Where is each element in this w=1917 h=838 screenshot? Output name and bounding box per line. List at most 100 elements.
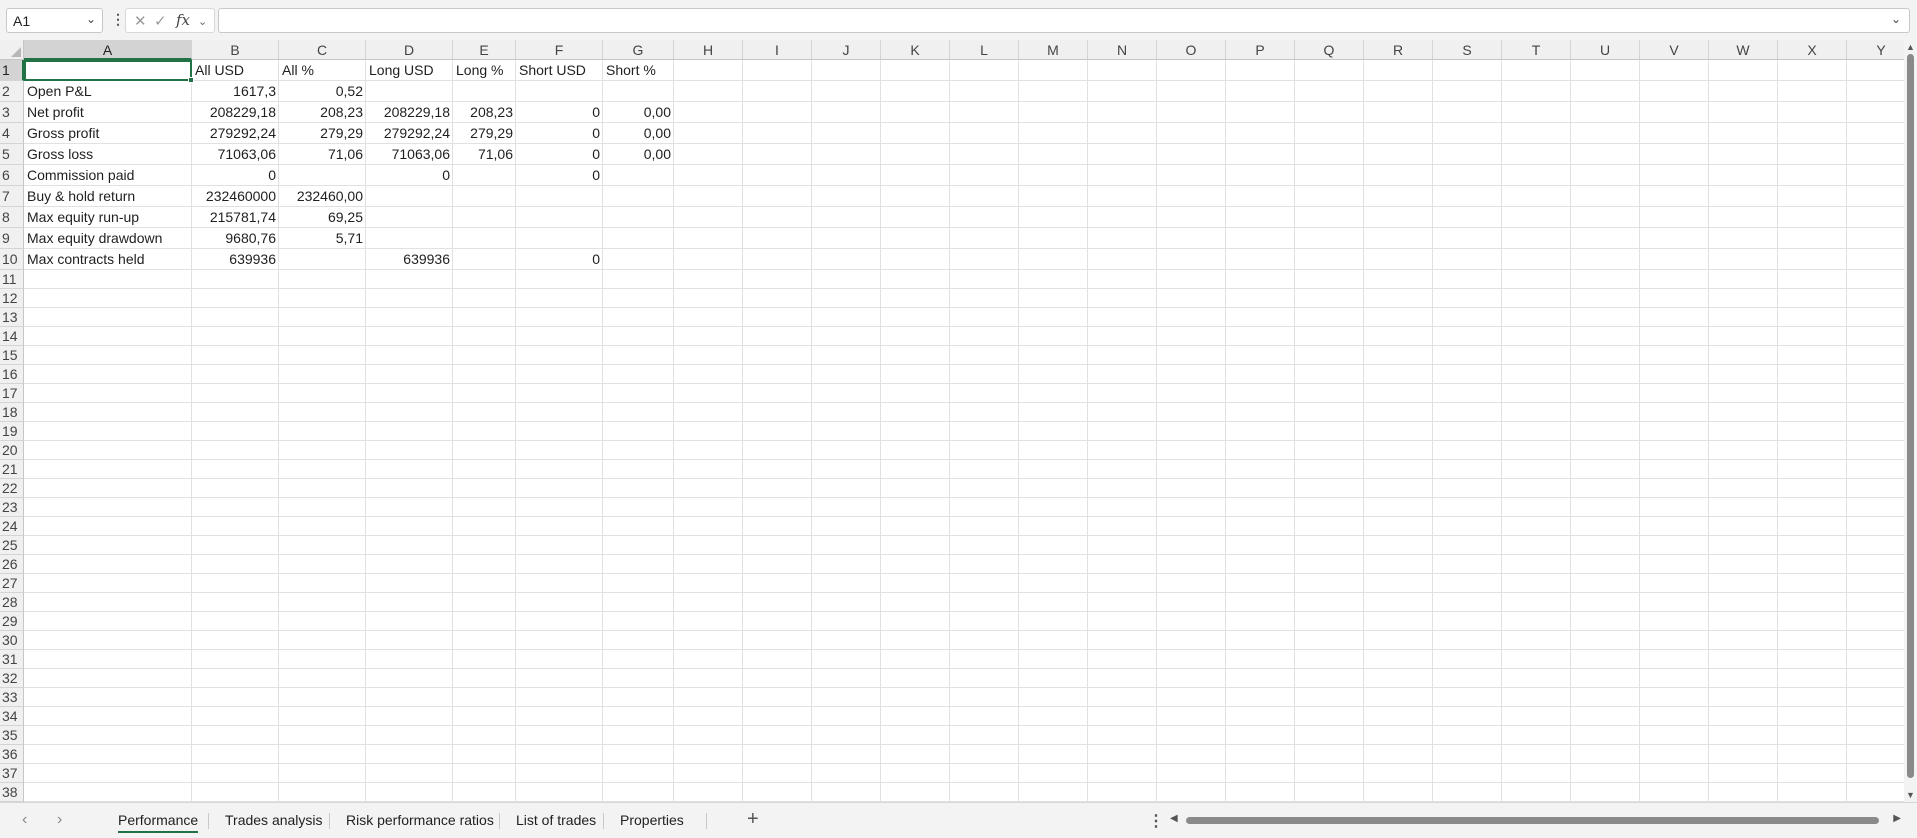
cell-c6[interactable] [279,165,366,186]
column-header-u[interactable]: U [1571,40,1640,60]
row-header-25[interactable]: 25 [0,536,24,555]
row-header-14[interactable]: 14 [0,327,24,346]
row-header-34[interactable]: 34 [0,707,24,726]
column-header-c[interactable]: C [279,40,366,60]
cell-a5[interactable]: Gross loss [24,144,192,165]
row-header-7[interactable]: 7 [0,186,24,207]
cell-d1[interactable]: Long USD [366,60,453,81]
name-box[interactable]: A1 ⌄ [6,8,103,33]
more-options-icon[interactable]: ⋮ [1148,811,1164,831]
row-header-32[interactable]: 32 [0,669,24,688]
row-header-10[interactable]: 10 [0,249,24,270]
row-header-12[interactable]: 12 [0,289,24,308]
column-header-k[interactable]: K [881,40,950,60]
row-header-13[interactable]: 13 [0,308,24,327]
row-header-30[interactable]: 30 [0,631,24,650]
cell-b6[interactable]: 0 [192,165,279,186]
cell-g5[interactable]: 0,00 [603,144,674,165]
cell-g8[interactable] [603,207,674,228]
row-header-6[interactable]: 6 [0,165,24,186]
cell-c1[interactable]: All % [279,60,366,81]
cell-f4[interactable]: 0 [516,123,603,144]
row-header-18[interactable]: 18 [0,403,24,422]
cell-g2[interactable] [603,81,674,102]
cell-e3[interactable]: 208,23 [453,102,516,123]
cell-c8[interactable]: 69,25 [279,207,366,228]
cell-g3[interactable]: 0,00 [603,102,674,123]
column-header-o[interactable]: O [1157,40,1226,60]
cell-a7[interactable]: Buy & hold return [24,186,192,207]
cell-g1[interactable]: Short % [603,60,674,81]
column-header-q[interactable]: Q [1295,40,1364,60]
cell-b8[interactable]: 215781,74 [192,207,279,228]
column-header-t[interactable]: T [1502,40,1571,60]
row-header-22[interactable]: 22 [0,479,24,498]
cell-g10[interactable] [603,249,674,270]
cell-f3[interactable]: 0 [516,102,603,123]
row-header-35[interactable]: 35 [0,726,24,745]
row-header-5[interactable]: 5 [0,144,24,165]
cell-a6[interactable]: Commission paid [24,165,192,186]
scroll-left-icon[interactable]: ◀ [1170,813,1178,824]
row-header-3[interactable]: 3 [0,102,24,123]
cell-b1[interactable]: All USD [192,60,279,81]
cell-c9[interactable]: 5,71 [279,228,366,249]
cell-e4[interactable]: 279,29 [453,123,516,144]
cell-d2[interactable] [366,81,453,102]
row-header-9[interactable]: 9 [0,228,24,249]
row-header-8[interactable]: 8 [0,207,24,228]
previous-sheet-icon[interactable]: ‹ [22,811,27,829]
row-header-19[interactable]: 19 [0,422,24,441]
column-header-a[interactable]: A [24,40,192,60]
cell-d8[interactable] [366,207,453,228]
vertical-scrollbar[interactable]: ▲ ▼ [1904,40,1917,802]
row-header-17[interactable]: 17 [0,384,24,403]
fx-icon[interactable]: fx [176,11,190,29]
row-header-36[interactable]: 36 [0,745,24,764]
row-header-16[interactable]: 16 [0,365,24,384]
horizontal-scrollbar[interactable]: ◀ ▶ [1170,813,1901,829]
row-header-1[interactable]: 1 [0,60,24,81]
scroll-right-icon[interactable]: ▶ [1893,813,1901,824]
cell-f6[interactable]: 0 [516,165,603,186]
row-header-26[interactable]: 26 [0,555,24,574]
fill-handle[interactable] [188,77,194,83]
cancel-icon[interactable]: ✕ [134,12,147,30]
cell-f9[interactable] [516,228,603,249]
cell-c7[interactable]: 232460,00 [279,186,366,207]
row-header-15[interactable]: 15 [0,346,24,365]
select-all-button[interactable] [0,40,24,60]
cell-c3[interactable]: 208,23 [279,102,366,123]
row-header-2[interactable]: 2 [0,81,24,102]
column-header-r[interactable]: R [1364,40,1433,60]
cell-g6[interactable] [603,165,674,186]
scroll-up-icon[interactable]: ▲ [1906,42,1915,52]
row-header-37[interactable]: 37 [0,764,24,783]
column-header-i[interactable]: I [743,40,812,60]
column-header-h[interactable]: H [674,40,743,60]
row-header-29[interactable]: 29 [0,612,24,631]
active-cell-selection[interactable] [24,60,194,83]
cell-b10[interactable]: 639936 [192,249,279,270]
cell-c2[interactable]: 0,52 [279,81,366,102]
cell-f5[interactable]: 0 [516,144,603,165]
vertical-scroll-thumb[interactable] [1907,54,1914,778]
column-header-e[interactable]: E [453,40,516,60]
cell-e10[interactable] [453,249,516,270]
cell-c5[interactable]: 71,06 [279,144,366,165]
cell-g7[interactable] [603,186,674,207]
cell-d4[interactable]: 279292,24 [366,123,453,144]
row-header-23[interactable]: 23 [0,498,24,517]
cell-b3[interactable]: 208229,18 [192,102,279,123]
row-header-24[interactable]: 24 [0,517,24,536]
cell-c10[interactable] [279,249,366,270]
cell-b2[interactable]: 1617,3 [192,81,279,102]
column-header-j[interactable]: J [812,40,881,60]
sheet-tab-risk-performance-ratios[interactable]: Risk performance ratios [336,809,504,833]
chevron-down-icon[interactable]: ⌄ [198,15,207,28]
cell-f2[interactable] [516,81,603,102]
chevron-down-icon[interactable]: ⌄ [1891,12,1901,26]
column-header-b[interactable]: B [192,40,279,60]
row-header-28[interactable]: 28 [0,593,24,612]
next-sheet-icon[interactable]: › [57,811,62,829]
